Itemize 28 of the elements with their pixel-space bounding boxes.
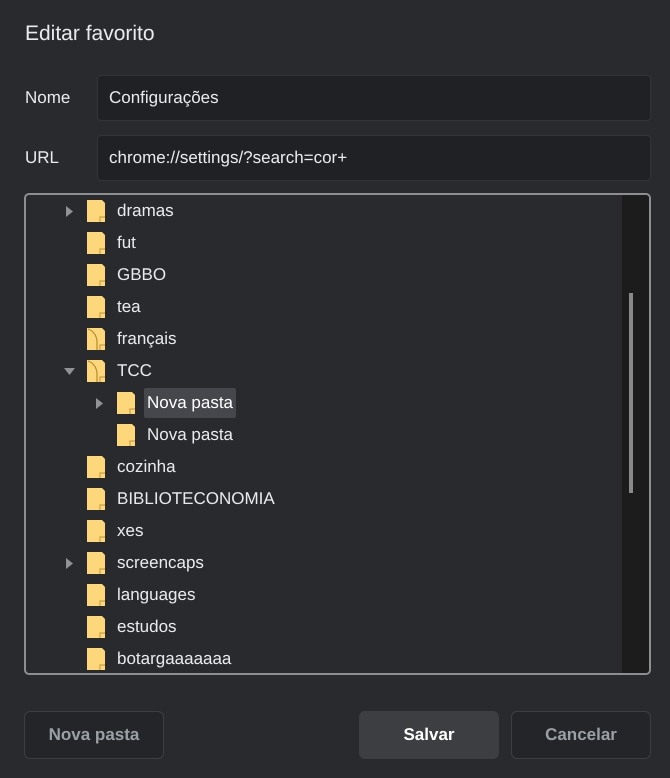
folder-item[interactable]: dramas xyxy=(114,196,177,226)
folder-item[interactable]: BIBLIOTECONOMIA xyxy=(114,484,278,514)
cancel-button[interactable]: Cancelar xyxy=(511,711,651,759)
folder-item[interactable]: tea xyxy=(114,292,144,322)
folder-item[interactable]: TCC xyxy=(114,356,155,386)
folder-item[interactable]: fut xyxy=(114,228,139,258)
folder-item[interactable]: xes xyxy=(114,516,146,546)
expand-arrow-icon[interactable] xyxy=(94,398,104,408)
folder-item[interactable]: estudos xyxy=(114,612,180,642)
folder-item[interactable]: screencaps xyxy=(114,548,207,578)
folder-item[interactable]: botargaaaaaaa xyxy=(114,644,234,673)
field-label: Nome xyxy=(24,88,70,108)
expand-arrow-icon[interactable] xyxy=(64,206,74,216)
folder-item[interactable]: Nova pasta xyxy=(144,420,236,450)
collapse-arrow-icon[interactable] xyxy=(64,366,74,376)
save-button[interactable]: Salvar xyxy=(359,711,499,759)
expand-arrow-icon[interactable] xyxy=(64,558,74,568)
text-field[interactable]: chrome://settings/?search=cor+ xyxy=(97,135,651,181)
folder-item[interactable]: français xyxy=(114,324,180,354)
text-field[interactable]: Configurações xyxy=(97,75,651,121)
new-folder-button[interactable]: Nova pasta xyxy=(24,711,164,759)
dialog-title: Editar favorito xyxy=(25,21,155,47)
folder-item[interactable]: languages xyxy=(114,580,198,610)
field-label: URL xyxy=(24,148,60,168)
folder-item[interactable]: Nova pasta xyxy=(144,388,236,418)
scrollbar-thumb[interactable] xyxy=(629,293,633,493)
folder-item[interactable]: cozinha xyxy=(114,452,179,482)
folder-item[interactable]: GBBO xyxy=(114,260,170,290)
